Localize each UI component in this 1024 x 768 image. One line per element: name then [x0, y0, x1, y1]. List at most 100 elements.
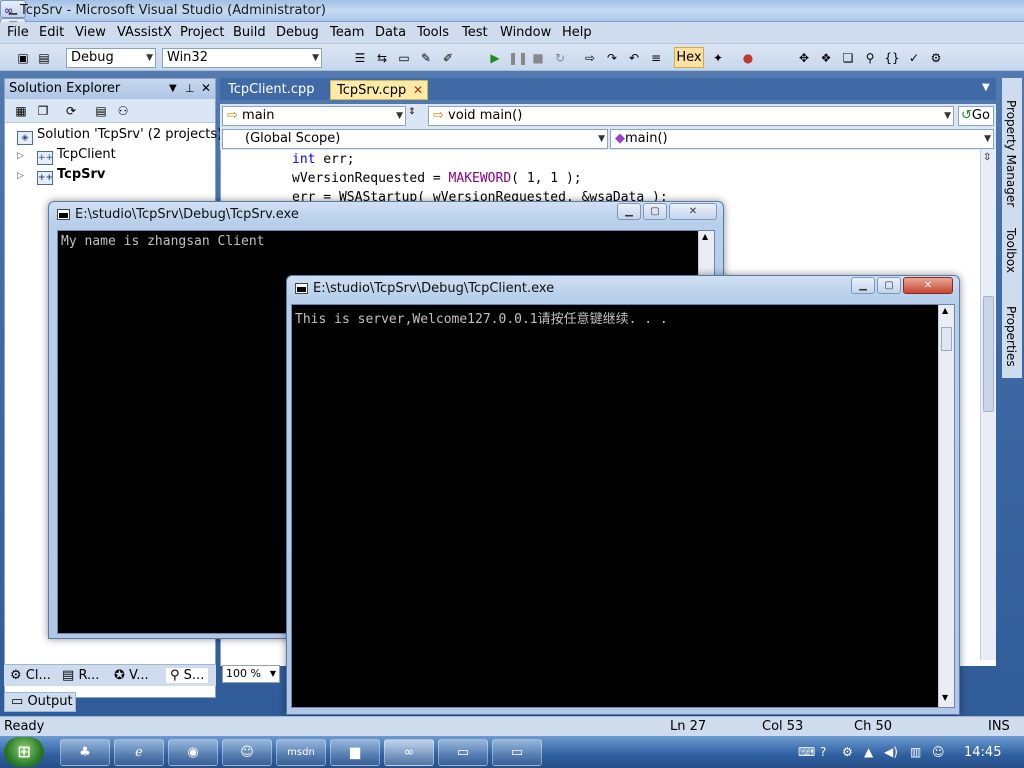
member-dropdown[interactable]: ◆main() ▼: [610, 129, 994, 149]
spin-icon[interactable]: ⇕: [408, 107, 416, 117]
console-minimize-button[interactable]: ▁: [617, 203, 641, 220]
indent-icon[interactable]: ⇆: [374, 50, 390, 66]
editor-vertical-scrollbar[interactable]: ⇳: [980, 150, 996, 660]
menu-edit[interactable]: Edit: [39, 25, 64, 40]
taskbar-msdn[interactable]: msdn: [276, 739, 326, 766]
expand-arrow-icon[interactable]: ▷: [17, 171, 24, 181]
pause-icon[interactable]: ❚❚: [508, 50, 528, 66]
property-manager-tab[interactable]: Property Manager: [1004, 100, 1018, 207]
tab-close-icon[interactable]: ✕: [413, 81, 423, 100]
toolbox-tab[interactable]: Toolbox: [1004, 228, 1018, 273]
tab-tcpclient-cpp[interactable]: TcpClient.cpp: [222, 80, 321, 100]
class-view-icon[interactable]: ❖: [818, 50, 834, 66]
taskbar-ie[interactable]: ℯ: [114, 739, 164, 766]
project-node-tcpsrv[interactable]: ++ TcpSrv: [37, 167, 105, 185]
split-icon[interactable]: ⇳: [983, 152, 991, 163]
tab-class-view[interactable]: ⚙ Cl...: [10, 668, 51, 683]
breakpoints-window-icon[interactable]: ●: [740, 50, 756, 66]
outline-icon[interactable]: ☰: [352, 50, 368, 66]
taskbar-explorer[interactable]: ▆: [330, 739, 380, 766]
stop-icon[interactable]: ■: [530, 50, 546, 66]
go-button[interactable]: ↺Go: [958, 106, 994, 126]
console-close-button[interactable]: ✕: [669, 203, 717, 220]
scroll-down-icon[interactable]: ▼: [942, 693, 948, 702]
scroll-up-icon[interactable]: ▲: [942, 306, 948, 315]
refresh-icon[interactable]: ⟳: [63, 103, 79, 119]
menu-test[interactable]: Test: [462, 25, 488, 40]
panel-close-icon[interactable]: ✕: [201, 79, 211, 98]
scope-dropdown[interactable]: (Global Scope) ▼: [222, 129, 608, 149]
save-all-icon[interactable]: ▤: [36, 50, 52, 66]
tab-resource-view[interactable]: ▤ R...: [62, 668, 99, 683]
step-over-icon[interactable]: ↷: [604, 50, 620, 66]
scrollbar-thumb[interactable]: [983, 296, 994, 412]
expand-arrow-icon[interactable]: ▷: [17, 151, 24, 161]
braces-icon[interactable]: {}: [884, 50, 900, 66]
open-file-icon[interactable]: ❏: [840, 50, 856, 66]
menu-help[interactable]: Help: [562, 25, 592, 40]
platform-dropdown[interactable]: Win32 ▼: [162, 48, 322, 68]
help-icon[interactable]: ?: [820, 745, 826, 759]
show-all-files-icon[interactable]: ❐: [35, 103, 51, 119]
options-icon[interactable]: ⚙: [928, 50, 944, 66]
menu-data[interactable]: Data: [375, 25, 406, 40]
menu-build[interactable]: Build: [233, 25, 266, 40]
taskbar-visual-studio[interactable]: ∞: [384, 739, 434, 766]
project-node-tcpclient[interactable]: ++ TcpClient: [37, 147, 116, 165]
spell-check-icon[interactable]: ✓: [906, 50, 922, 66]
window-icon[interactable]: ▭: [396, 50, 412, 66]
volume-icon[interactable]: ◀): [884, 745, 898, 759]
find-icon[interactable]: ✥: [796, 50, 812, 66]
menu-view[interactable]: View: [75, 25, 106, 40]
step-into-icon[interactable]: ⇨: [582, 50, 598, 66]
save-icon[interactable]: ▣: [15, 50, 31, 66]
scroll-up-icon[interactable]: ▲: [702, 232, 708, 241]
console-minimize-button[interactable]: ▁: [851, 277, 875, 294]
zoom-dropdown[interactable]: 100 % ▼: [222, 665, 280, 683]
menu-window[interactable]: Window: [500, 25, 551, 40]
pin-icon[interactable]: ⊥: [185, 79, 195, 98]
comment-icon[interactable]: ✎: [418, 50, 434, 66]
clock[interactable]: 14:45: [964, 745, 1001, 760]
settings-tray-icon[interactable]: ⚙: [842, 745, 853, 759]
console-scrollbar[interactable]: ▲ ▼: [938, 305, 954, 707]
panel-menu-icon[interactable]: ▼: [169, 79, 177, 98]
menu-project[interactable]: Project: [180, 25, 224, 40]
console-maximize-button[interactable]: ▢: [643, 203, 667, 220]
class-diagram-icon[interactable]: ⚇: [115, 103, 131, 119]
menu-vassistx[interactable]: VAssistX: [117, 25, 172, 40]
step-out-icon[interactable]: ↶: [626, 50, 642, 66]
tab-solution-explorer[interactable]: ⚲ S...: [166, 668, 209, 683]
console-close-button[interactable]: ✕: [903, 277, 953, 294]
scrollbar-thumb[interactable]: [941, 327, 952, 351]
tab-vassist-view[interactable]: ✪ V...: [114, 668, 149, 683]
menu-team[interactable]: Team: [330, 25, 364, 40]
breakpoint-icon[interactable]: ✦: [710, 50, 726, 66]
uncomment-icon[interactable]: ✐: [440, 50, 456, 66]
menu-tools[interactable]: Tools: [417, 25, 449, 40]
start-button[interactable]: ⊞: [4, 737, 44, 767]
threads-icon[interactable]: ≡: [648, 50, 664, 66]
keyboard-icon[interactable]: ⌨: [798, 745, 815, 759]
network-icon[interactable]: ▥: [910, 745, 921, 759]
menu-file[interactable]: File: [7, 25, 29, 40]
restart-icon[interactable]: ↻: [552, 50, 568, 66]
output-panel-tab[interactable]: ▭ Output: [4, 692, 76, 712]
tab-list-icon[interactable]: ▼: [982, 82, 990, 93]
symbol-icon[interactable]: ⚲: [862, 50, 878, 66]
view-code-icon[interactable]: ▤: [93, 103, 109, 119]
show-hidden-icon[interactable]: ▲: [864, 745, 873, 759]
context-dropdown[interactable]: ⇨ main ▼: [222, 106, 406, 126]
taskbar-app-1[interactable]: ♣: [60, 739, 110, 766]
solution-node[interactable]: ◈ Solution 'TcpSrv' (2 projects): [17, 127, 222, 145]
definition-dropdown[interactable]: ⇨ void main() ▼: [428, 106, 954, 126]
properties-tab[interactable]: Properties: [1004, 306, 1018, 367]
taskbar-console-2[interactable]: ▭: [492, 739, 542, 766]
menu-debug[interactable]: Debug: [276, 25, 319, 40]
taskbar-console-1[interactable]: ▭: [438, 739, 488, 766]
console-maximize-button[interactable]: ▢: [877, 277, 901, 294]
hex-toggle-button[interactable]: Hex: [674, 47, 704, 68]
taskbar-qq[interactable]: ☺: [222, 739, 272, 766]
properties-icon[interactable]: ▦: [13, 103, 29, 119]
configuration-dropdown[interactable]: Debug ▼: [66, 48, 156, 68]
